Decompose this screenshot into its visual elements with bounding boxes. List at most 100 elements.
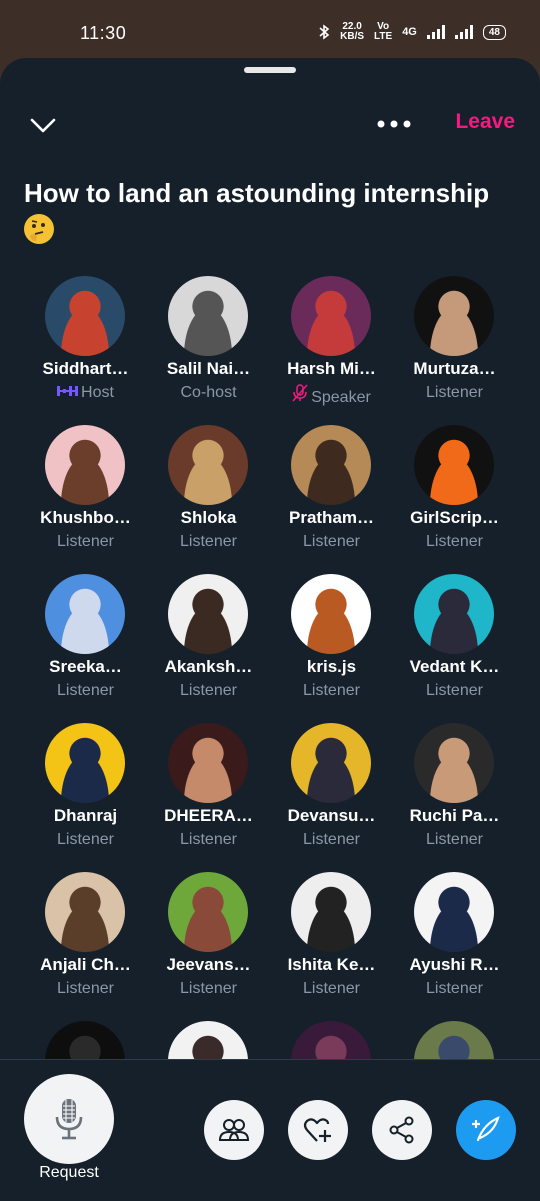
participant-role: Listener <box>24 831 147 849</box>
participant[interactable]: kris.js Listener <box>270 574 393 714</box>
participant-name: Ishita Ke… <box>287 955 376 974</box>
heart-plus-icon <box>303 1118 331 1142</box>
role-text: Listener <box>57 980 114 997</box>
collapse-button[interactable] <box>28 110 58 140</box>
avatar[interactable] <box>414 425 494 505</box>
chevron-down-icon <box>30 118 56 133</box>
participant-role: Listener <box>393 533 516 551</box>
participant[interactable]: Harsh Mi… Speaker <box>270 276 393 416</box>
participant[interactable]: Devansu… Listener <box>270 723 393 863</box>
participant-role: Listener <box>147 980 270 998</box>
role-text: Listener <box>180 831 237 848</box>
participant-name: kris.js <box>306 657 357 676</box>
participants-button[interactable] <box>204 1100 264 1160</box>
avatar[interactable] <box>414 276 494 356</box>
space-sheet: Leave How to land an astounding internsh… <box>0 58 540 1200</box>
participant[interactable]: Jeevans… Listener <box>147 872 270 1012</box>
participant-name: Vedant K… <box>409 657 500 676</box>
participant-role: Listener <box>147 831 270 849</box>
role-text: Listener <box>57 533 114 550</box>
participant[interactable]: DHEERA… Listener <box>147 723 270 863</box>
participant-role: Listener <box>270 831 393 849</box>
avatar[interactable] <box>291 723 371 803</box>
participant-name: Sreeka… <box>49 657 122 676</box>
avatar[interactable] <box>45 425 125 505</box>
avatar[interactable] <box>168 425 248 505</box>
mic-muted-icon <box>292 384 308 402</box>
participant-name: Akanksh… <box>164 657 253 676</box>
react-button[interactable] <box>288 1100 348 1160</box>
participant-name: Khushbo… <box>40 508 131 527</box>
participant-role: Listener <box>24 980 147 998</box>
role-text: Listener <box>57 682 114 699</box>
avatar[interactable] <box>414 872 494 952</box>
avatar[interactable] <box>291 872 371 952</box>
role-text: Speaker <box>311 389 371 406</box>
avatar[interactable] <box>291 425 371 505</box>
avatar[interactable] <box>168 872 248 952</box>
participant-name: Pratham… <box>288 508 375 527</box>
avatar[interactable] <box>414 574 494 654</box>
participant-role: Listener <box>147 533 270 551</box>
request-button[interactable] <box>24 1074 114 1164</box>
participant[interactable]: Akanksh… Listener <box>147 574 270 714</box>
compose-button[interactable] <box>456 1100 516 1160</box>
participant-role: Listener <box>393 980 516 998</box>
role-text: Listener <box>426 384 483 401</box>
participant-name: Shloka <box>180 508 237 527</box>
participant[interactable]: Anjali Ch… Listener <box>24 872 147 1012</box>
participant[interactable]: Ayushi R… Listener <box>393 872 516 1012</box>
participant-role: Host <box>24 384 147 402</box>
participant-role: Listener <box>270 682 393 700</box>
participant[interactable]: Salil Nai… Co-host <box>147 276 270 416</box>
participant-role: Listener <box>147 682 270 700</box>
participant[interactable]: Sreeka… Listener <box>24 574 147 714</box>
participant[interactable]: Shloka Listener <box>147 425 270 565</box>
participant-name: GirlScrip… <box>410 508 499 527</box>
participant[interactable]: Khushbo… Listener <box>24 425 147 565</box>
thinking-face-icon <box>24 214 54 245</box>
participant[interactable]: Murtuza… Listener <box>393 276 516 416</box>
participant-name: Anjali Ch… <box>40 955 131 974</box>
drag-handle[interactable] <box>244 67 296 73</box>
bluetooth-icon <box>319 24 330 40</box>
participant[interactable]: Pratham… Listener <box>270 425 393 565</box>
avatar[interactable] <box>45 723 125 803</box>
avatar[interactable] <box>45 276 125 356</box>
participant[interactable]: Siddhart… Host <box>24 276 147 416</box>
participant[interactable]: Ruchi Pa… Listener <box>393 723 516 863</box>
space-title: How to land an astounding internship <box>24 176 514 245</box>
participant[interactable]: Ishita Ke… Listener <box>270 872 393 1012</box>
bottom-bar: Request <box>0 1059 540 1201</box>
avatar[interactable] <box>291 276 371 356</box>
request-label: Request <box>39 1164 99 1181</box>
participant-name: Murtuza… <box>413 359 496 378</box>
avatar[interactable] <box>414 723 494 803</box>
participant-role: Listener <box>393 384 516 402</box>
avatar[interactable] <box>168 276 248 356</box>
role-text: Listener <box>303 831 360 848</box>
avatar[interactable] <box>291 574 371 654</box>
participant-name: Devansu… <box>287 806 376 825</box>
more-button[interactable] <box>374 112 414 136</box>
role-text: Listener <box>303 980 360 997</box>
participant[interactable]: Dhanraj Listener <box>24 723 147 863</box>
avatar[interactable] <box>45 872 125 952</box>
status-time: 11:30 <box>80 23 127 43</box>
avatar[interactable] <box>45 574 125 654</box>
participant-name: Jeevans… <box>166 955 251 974</box>
participant-role: Listener <box>24 682 147 700</box>
role-text: Co-host <box>180 384 237 401</box>
microphone-icon <box>55 1099 83 1140</box>
avatar[interactable] <box>168 574 248 654</box>
signal-icon <box>454 25 473 39</box>
participant-name: Dhanraj <box>53 806 118 825</box>
participant[interactable]: Vedant K… Listener <box>393 574 516 714</box>
avatar[interactable] <box>168 723 248 803</box>
leave-button[interactable]: Leave <box>455 110 515 134</box>
share-button[interactable] <box>372 1100 432 1160</box>
role-text: Listener <box>180 682 237 699</box>
participant-role: Listener <box>393 831 516 849</box>
participant[interactable]: GirlScrip… Listener <box>393 425 516 565</box>
participant-name: Harsh Mi… <box>287 359 376 378</box>
